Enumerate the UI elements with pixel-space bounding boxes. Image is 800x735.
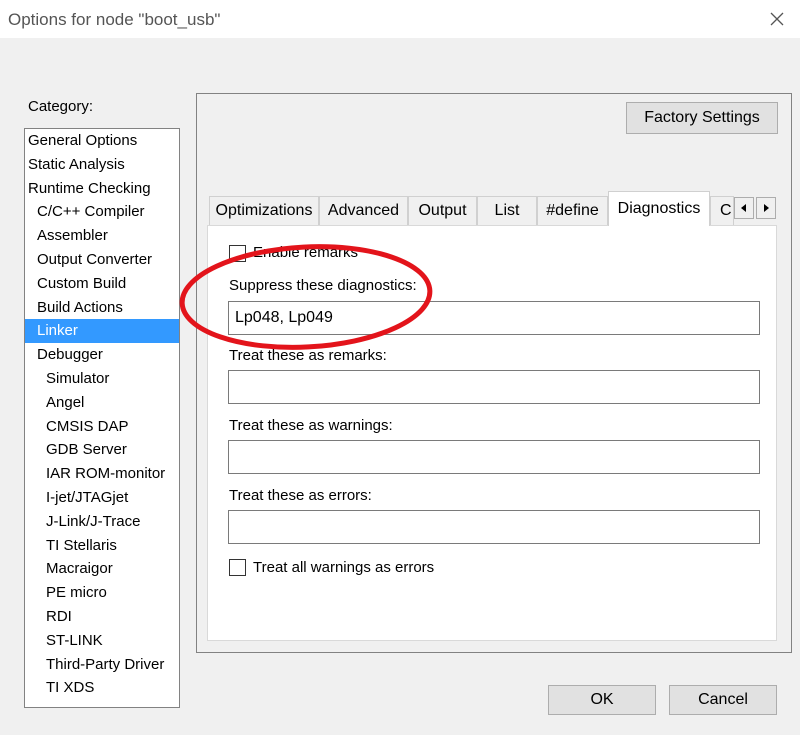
treat-as-remarks-label: Treat these as remarks: bbox=[229, 347, 387, 364]
category-item-ti-stellaris[interactable]: TI Stellaris bbox=[25, 534, 179, 558]
category-item-st-link[interactable]: ST-LINK bbox=[25, 629, 179, 653]
tab-list[interactable]: List bbox=[477, 196, 537, 225]
treat-as-errors-label: Treat these as errors: bbox=[229, 487, 372, 504]
category-item-i-jet-jtagjet[interactable]: I-jet/JTAGjet bbox=[25, 486, 179, 510]
category-item-iar-rom-monitor[interactable]: IAR ROM-monitor bbox=[25, 462, 179, 486]
enable-remarks-label: Enable remarks bbox=[253, 244, 359, 261]
category-item-assembler[interactable]: Assembler bbox=[25, 224, 179, 248]
title-bar: Options for node "boot_usb" bbox=[0, 0, 800, 38]
tab-diagnostics[interactable]: Diagnostics bbox=[608, 191, 710, 226]
cancel-button[interactable]: Cancel bbox=[669, 685, 777, 715]
category-item-cmsis-dap[interactable]: CMSIS DAP bbox=[25, 415, 179, 439]
arrow-right-icon bbox=[764, 204, 769, 212]
suppress-diagnostics-label: Suppress these diagnostics: bbox=[229, 277, 417, 294]
category-item-rdi[interactable]: RDI bbox=[25, 605, 179, 629]
category-list[interactable]: General Options Static Analysis Runtime Ch… bbox=[24, 128, 180, 708]
category-item-j-link-j-trace[interactable]: J-Link/J-Trace bbox=[25, 510, 179, 534]
category-item-third-party-driver[interactable]: Third-Party Driver bbox=[25, 653, 179, 677]
category-item-output-converter[interactable]: Output Converter bbox=[25, 248, 179, 272]
category-item-debugger[interactable]: Debugger bbox=[25, 343, 179, 367]
treat-warnings-as-errors-checkbox[interactable] bbox=[229, 559, 246, 576]
tab-optimizations[interactable]: Optimizations bbox=[209, 196, 319, 225]
close-icon bbox=[770, 12, 784, 26]
category-item-linker[interactable]: Linker bbox=[25, 319, 179, 344]
treat-as-errors-input[interactable] bbox=[228, 510, 760, 544]
tab-output[interactable]: Output bbox=[408, 196, 477, 225]
treat-as-remarks-input[interactable] bbox=[228, 370, 760, 404]
category-item-ti-xds[interactable]: TI XDS bbox=[25, 676, 179, 700]
category-item-c-c-compiler[interactable]: C/C++ Compiler bbox=[25, 200, 179, 224]
category-item-simulator[interactable]: Simulator bbox=[25, 367, 179, 391]
category-item-macraigor[interactable]: Macraigor bbox=[25, 557, 179, 581]
category-item-static-analysis[interactable]: Static Analysis bbox=[25, 153, 179, 177]
category-label: Category: bbox=[28, 98, 94, 115]
enable-remarks-checkbox[interactable] bbox=[229, 245, 246, 262]
treat-as-warnings-input[interactable] bbox=[228, 440, 760, 474]
close-button[interactable] bbox=[754, 0, 800, 38]
tab-scroll-left-button[interactable] bbox=[734, 197, 754, 219]
arrow-left-icon bbox=[741, 204, 746, 212]
treat-warnings-as-errors-label: Treat all warnings as errors bbox=[253, 559, 435, 576]
category-item-general-options[interactable]: General Options bbox=[25, 129, 179, 153]
factory-settings-button[interactable]: Factory Settings bbox=[626, 102, 778, 134]
category-item-runtime-checking[interactable]: Runtime Checking bbox=[25, 177, 179, 201]
suppress-diagnostics-input[interactable]: Lp048, Lp049 bbox=[228, 301, 760, 335]
window-title: Options for node "boot_usb" bbox=[8, 10, 221, 29]
category-item-custom-build[interactable]: Custom Build bbox=[25, 272, 179, 296]
category-item-angel[interactable]: Angel bbox=[25, 391, 179, 415]
category-item-gdb-server[interactable]: GDB Server bbox=[25, 438, 179, 462]
suppress-diagnostics-value: Lp048, Lp049 bbox=[235, 309, 333, 326]
tab-define[interactable]: #define bbox=[537, 196, 608, 225]
ok-button[interactable]: OK bbox=[548, 685, 656, 715]
tab-advanced[interactable]: Advanced bbox=[319, 196, 408, 225]
tab-c[interactable]: C bbox=[710, 196, 734, 225]
tab-scroll-right-button[interactable] bbox=[756, 197, 776, 219]
category-item-pe-micro[interactable]: PE micro bbox=[25, 581, 179, 605]
category-item-build-actions[interactable]: Build Actions bbox=[25, 296, 179, 320]
treat-as-warnings-label: Treat these as warnings: bbox=[229, 417, 393, 434]
